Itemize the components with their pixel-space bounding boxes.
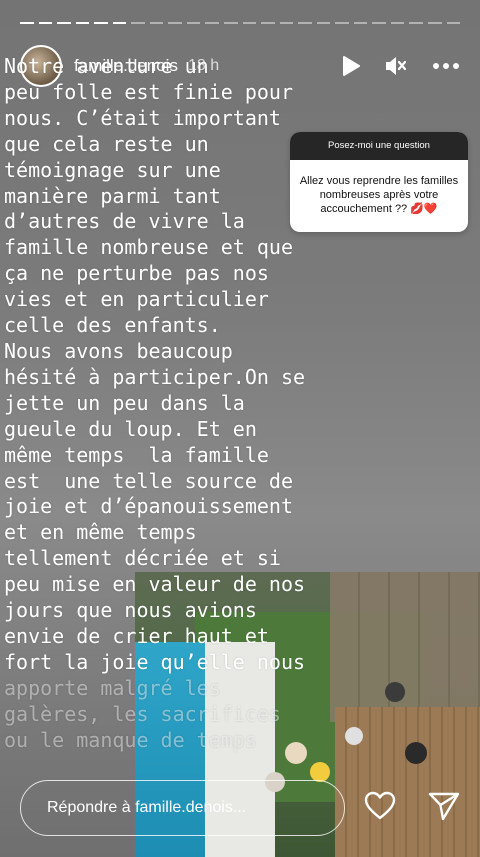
progress-segment	[298, 22, 312, 24]
story-line: peu mise en valeur de nos	[4, 572, 306, 597]
story-line: Nous avons beaucoup	[4, 338, 233, 363]
progress-segment	[75, 22, 90, 24]
progress-segment	[390, 22, 405, 24]
story-viewer[interactable]: famille.denois 18 h Notre aventure un peu…	[0, 0, 480, 857]
progress-segment	[279, 22, 294, 24]
progress-segment	[316, 22, 331, 24]
story-line: jette un peu dans la	[4, 390, 245, 415]
progress-segment	[261, 22, 275, 24]
story-line: celle des enfants.	[4, 313, 221, 338]
story-line: famille nombreuse et que	[4, 235, 293, 260]
progress-segment	[372, 22, 386, 24]
story-line: et en même temps	[4, 520, 197, 545]
story-line: tellement décriée et si	[4, 546, 281, 571]
story-line: est une telle source de	[4, 468, 293, 493]
progress-segment	[242, 22, 257, 24]
progress-segment	[38, 22, 53, 24]
story-progress-bar	[20, 22, 461, 24]
story-line: apporte malgré les	[4, 675, 221, 700]
progress-segment	[205, 22, 220, 24]
story-line: jours que nous avions	[4, 598, 257, 623]
sticker-question: Allez vous reprendre les familles nombre…	[299, 175, 459, 215]
story-line: hésité à participer.On se	[4, 364, 306, 389]
send-icon[interactable]	[428, 791, 460, 821]
story-line: envie de crier haut et	[4, 623, 269, 648]
progress-segment	[112, 22, 127, 24]
mute-icon[interactable]	[384, 55, 408, 77]
story-line: galères, les sacrifices	[4, 701, 281, 726]
progress-segment	[335, 22, 349, 24]
story-line: joie et d’épanouissement	[4, 494, 293, 519]
question-sticker[interactable]: Posez-moi une question Allez vous repren…	[290, 132, 468, 232]
progress-segment	[131, 22, 145, 24]
story-line: ça ne perturbe pas nos	[4, 261, 269, 286]
heart-icon[interactable]	[364, 791, 396, 821]
sticker-header: Posez-moi une question	[290, 132, 468, 160]
reply-input[interactable]	[47, 799, 327, 817]
story-line: vies et en particulier	[4, 287, 269, 312]
story-line: nous. C’était important	[4, 105, 281, 130]
story-line: même temps la famille	[4, 442, 269, 467]
reply-field[interactable]	[20, 780, 345, 836]
progress-segment	[409, 22, 424, 24]
story-line: peu folle est finie pour	[4, 79, 293, 104]
progress-segment	[57, 22, 71, 24]
story-line: gueule du loup. Et en	[4, 416, 257, 441]
progress-segment	[168, 22, 182, 24]
progress-segment	[186, 22, 201, 24]
more-icon[interactable]	[432, 62, 460, 70]
progress-segment	[446, 22, 461, 24]
progress-segment	[94, 22, 108, 24]
progress-segment	[224, 22, 238, 24]
progress-segment	[149, 22, 164, 24]
story-line: ou le manque de temps	[4, 727, 257, 752]
progress-segment	[428, 22, 442, 24]
progress-segment	[20, 22, 34, 24]
story-line: fort la joie qu’elle nous	[4, 649, 306, 674]
progress-segment	[353, 22, 368, 24]
story-line: Notre aventure un	[4, 54, 209, 78]
